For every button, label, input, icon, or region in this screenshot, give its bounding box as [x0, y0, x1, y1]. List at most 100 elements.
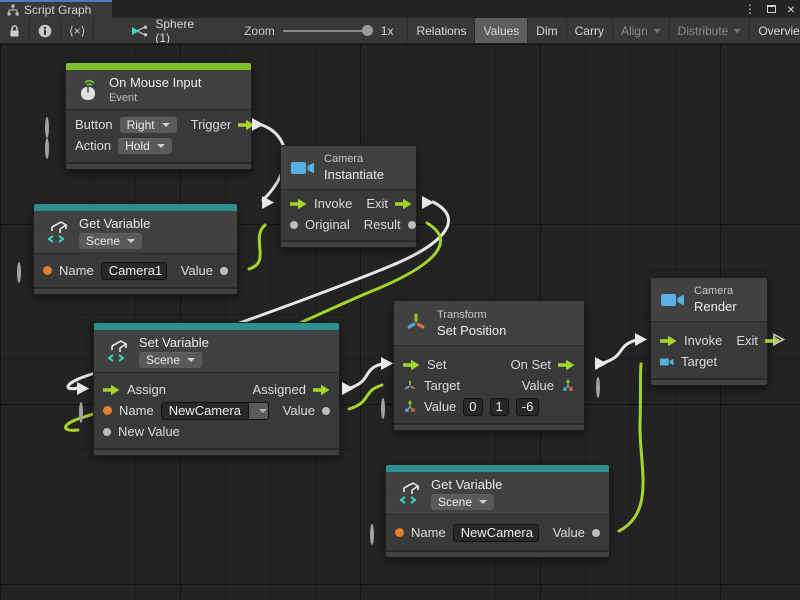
tab-title: Script Graph [24, 3, 91, 17]
caret-down-icon [157, 144, 165, 148]
breadcrumb-label: Sphere (1) [155, 18, 194, 44]
port-label-original: Original [305, 217, 350, 232]
port-unconnected-circle[interactable] [45, 140, 49, 158]
port-unconnected-circle[interactable] [370, 526, 374, 544]
zoom-slider-track [283, 30, 363, 32]
align-button[interactable]: Align [612, 18, 669, 44]
node-camera-render[interactable]: Camera Render Invoke Exit [650, 277, 768, 386]
node-subtitle: Event [109, 92, 202, 104]
tab-strip: Script Graph ⋮ × [0, 0, 800, 18]
port-connected-flow[interactable] [342, 382, 354, 395]
variable-color-strip [34, 204, 237, 211]
node-footer [651, 378, 767, 385]
transform-port-icon [403, 379, 417, 393]
string-port-icon [103, 406, 112, 415]
caret-down-icon [127, 239, 135, 243]
caret-down-icon [653, 29, 661, 33]
info-button[interactable] [30, 18, 61, 44]
caret-down-icon [187, 358, 195, 362]
camera-icon [291, 160, 315, 176]
port-connected-flow[interactable] [252, 118, 264, 131]
camera-port-icon [660, 357, 674, 367]
maximize-icon[interactable] [767, 5, 776, 13]
port-connected-flow[interactable] [381, 357, 393, 370]
flow-arrow-icon [660, 335, 677, 347]
wire-assigned-to-set[interactable] [350, 364, 382, 388]
node-set-variable[interactable]: Set Variable Scene Assign Assigned [93, 322, 340, 456]
variable-name-dropdown[interactable]: Camera1 [101, 262, 167, 280]
breadcrumb[interactable]: Sphere (1) [124, 18, 202, 44]
string-port-icon [43, 266, 52, 275]
zoom-slider-handle[interactable] [362, 25, 373, 36]
port-unconnected-circle[interactable] [381, 400, 385, 418]
graph-toolbar: ⟨×⟩ Sphere (1) Zoom 1x Relations [0, 18, 800, 44]
vector3-port-icon [403, 400, 417, 414]
port-connected-flow[interactable] [262, 196, 274, 209]
zoom-value: 1x [381, 24, 394, 38]
port-label-button: Button [75, 117, 113, 132]
port-label-value: Value [181, 263, 213, 278]
edit-graph-button[interactable]: ⟨×⟩ [61, 18, 94, 44]
dim-button[interactable]: Dim [527, 18, 565, 44]
scope-dropdown[interactable]: Scene [79, 233, 142, 249]
node-type: Transform [437, 309, 506, 321]
graph-breadcrumb-icon [132, 24, 149, 38]
flow-arrow-icon [395, 198, 412, 210]
port-connected-flow[interactable] [422, 196, 434, 209]
scope-dropdown[interactable]: Scene [139, 352, 202, 368]
variable-icon [44, 219, 70, 245]
caret-down-icon[interactable] [248, 403, 269, 419]
port-label-exit: Exit [736, 333, 758, 348]
port-unconnected-circle[interactable] [596, 379, 600, 397]
variable-name-dropdown[interactable]: NewCamera [161, 402, 269, 420]
port-label-target: Target [681, 354, 717, 369]
zoom-slider[interactable] [283, 18, 373, 44]
graph-canvas[interactable]: On Mouse Input Event Button Right Trigge… [0, 44, 800, 600]
vector-y-field[interactable]: 1 [490, 398, 509, 416]
tab-script-graph[interactable]: Script Graph [0, 0, 112, 18]
lock-button[interactable] [0, 18, 30, 44]
string-port-icon [395, 528, 404, 537]
node-get-variable-camera1[interactable]: Get Variable Scene Name Camera1 Value [33, 203, 238, 295]
button-dropdown[interactable]: Right [120, 117, 177, 133]
mouse-icon [76, 78, 100, 102]
port-connected-flow[interactable] [635, 333, 647, 346]
flow-arrow-icon [313, 384, 330, 396]
wire-getvar2-to-target[interactable] [619, 364, 643, 531]
carry-button[interactable]: Carry [566, 18, 612, 44]
value-port-icon [103, 428, 111, 436]
node-footer [281, 240, 416, 247]
vector-z-field[interactable]: -6 [516, 398, 540, 416]
overview-button[interactable]: Overview [749, 18, 800, 44]
info-icon [38, 24, 52, 38]
port-connected-flow[interactable] [77, 382, 89, 395]
scope-dropdown[interactable]: Scene [431, 494, 494, 510]
node-get-variable-newcamera[interactable]: Get Variable Scene Name NewCamera Value [385, 464, 610, 558]
port-label-assigned: Assigned [253, 382, 306, 397]
window-menu-icon[interactable]: ⋮ [744, 2, 756, 16]
node-camera-instantiate[interactable]: Camera Instantiate Invoke Exit [280, 145, 417, 248]
code-icon: ⟨×⟩ [69, 24, 85, 38]
port-unconnected-circle[interactable] [17, 264, 21, 282]
action-dropdown[interactable]: Hold [118, 138, 172, 154]
port-connected-flow[interactable] [595, 357, 607, 370]
distribute-button[interactable]: Distribute [669, 18, 750, 44]
port-unconnected-circle[interactable] [45, 119, 49, 137]
variable-icon [104, 338, 130, 364]
values-button[interactable]: Values [474, 18, 527, 44]
caret-down-icon [162, 123, 170, 127]
node-set-position[interactable]: Transform Set Position Set On Set [393, 300, 585, 431]
port-unconnected-circle[interactable] [79, 404, 83, 422]
vector-x-field[interactable]: 0 [463, 398, 482, 416]
node-on-mouse-input[interactable]: On Mouse Input Event Button Right Trigge… [65, 62, 252, 170]
wire-onset-to-invoke[interactable] [603, 340, 636, 363]
node-title: On Mouse Input [109, 75, 202, 90]
port-unconnected-flow[interactable] [773, 333, 785, 346]
wire-getvar1-to-original[interactable] [249, 225, 265, 269]
port-label-target: Target [424, 378, 460, 393]
port-label-value-in: Value [424, 399, 456, 414]
variable-name-dropdown[interactable]: NewCamera [453, 524, 539, 542]
port-label-value: Value [283, 403, 315, 418]
relations-button[interactable]: Relations [407, 18, 474, 44]
close-icon[interactable]: × [787, 2, 795, 16]
